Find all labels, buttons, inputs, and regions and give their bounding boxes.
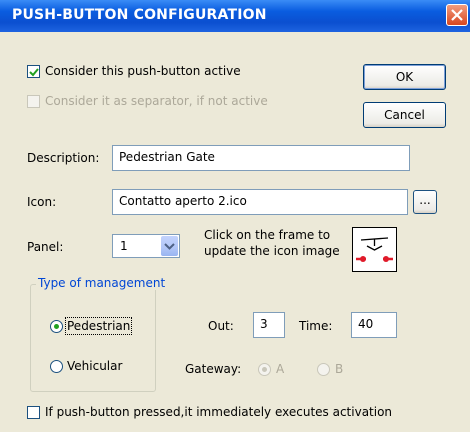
close-icon bbox=[451, 9, 463, 21]
active-label[interactable]: Consider this push-button active bbox=[45, 64, 241, 78]
vehicular-label[interactable]: Vehicular bbox=[67, 359, 122, 373]
gateway-label: Gateway: bbox=[185, 362, 242, 376]
out-label: Out: bbox=[208, 319, 234, 333]
management-group-title: Type of management bbox=[36, 276, 168, 290]
time-label: Time: bbox=[299, 319, 333, 333]
icon-preview-frame[interactable] bbox=[352, 227, 397, 272]
chevron-down-icon bbox=[164, 243, 175, 250]
config-dialog: PUSH-BUTTON CONFIGURATION Consider this … bbox=[0, 0, 470, 432]
cancel-button[interactable]: Cancel bbox=[363, 102, 446, 128]
panel-label: Panel: bbox=[27, 240, 64, 254]
vehicular-radio[interactable] bbox=[50, 360, 63, 373]
radio-selected-dot bbox=[262, 367, 267, 372]
push-button-contact-icon bbox=[356, 237, 393, 262]
panel-dropdown-button[interactable] bbox=[161, 236, 178, 256]
checkmark-icon bbox=[29, 68, 39, 77]
active-checkbox[interactable] bbox=[27, 65, 40, 78]
separator-checkbox[interactable] bbox=[27, 95, 40, 108]
immediate-activation-checkbox[interactable] bbox=[27, 406, 40, 419]
description-label: Description: bbox=[27, 151, 100, 165]
gateway-b-radio[interactable] bbox=[317, 363, 330, 376]
close-button[interactable] bbox=[446, 4, 468, 26]
icon-input[interactable]: Contatto aperto 2.ico bbox=[112, 189, 408, 215]
immediate-activation-label[interactable]: If push-button pressed,it immediately ex… bbox=[45, 405, 392, 419]
panel-value: 1 bbox=[120, 239, 128, 253]
gateway-a-radio[interactable] bbox=[258, 363, 271, 376]
time-input[interactable]: 40 bbox=[351, 312, 397, 338]
out-input[interactable]: 3 bbox=[253, 312, 285, 338]
window-title: PUSH-BUTTON CONFIGURATION bbox=[12, 7, 267, 23]
pedestrian-label[interactable]: Pedestrian bbox=[64, 317, 133, 335]
management-groupbox bbox=[30, 284, 156, 392]
icon-hint: Click on the frame to update the icon im… bbox=[204, 228, 340, 258]
browse-icon-button[interactable]: ... bbox=[413, 190, 437, 214]
gateway-b-label: B bbox=[335, 362, 344, 376]
panel-select[interactable]: 1 bbox=[112, 234, 180, 258]
title-bar[interactable]: PUSH-BUTTON CONFIGURATION bbox=[0, 0, 470, 32]
gateway-a-label: A bbox=[276, 362, 285, 376]
separator-label: Consider it as separator, if not active bbox=[45, 94, 268, 108]
pedestrian-radio[interactable] bbox=[50, 320, 63, 333]
radio-selected-dot bbox=[54, 324, 59, 329]
icon-label: Icon: bbox=[27, 195, 57, 209]
description-input[interactable]: Pedestrian Gate bbox=[112, 145, 410, 171]
ok-button[interactable]: OK bbox=[363, 64, 446, 90]
